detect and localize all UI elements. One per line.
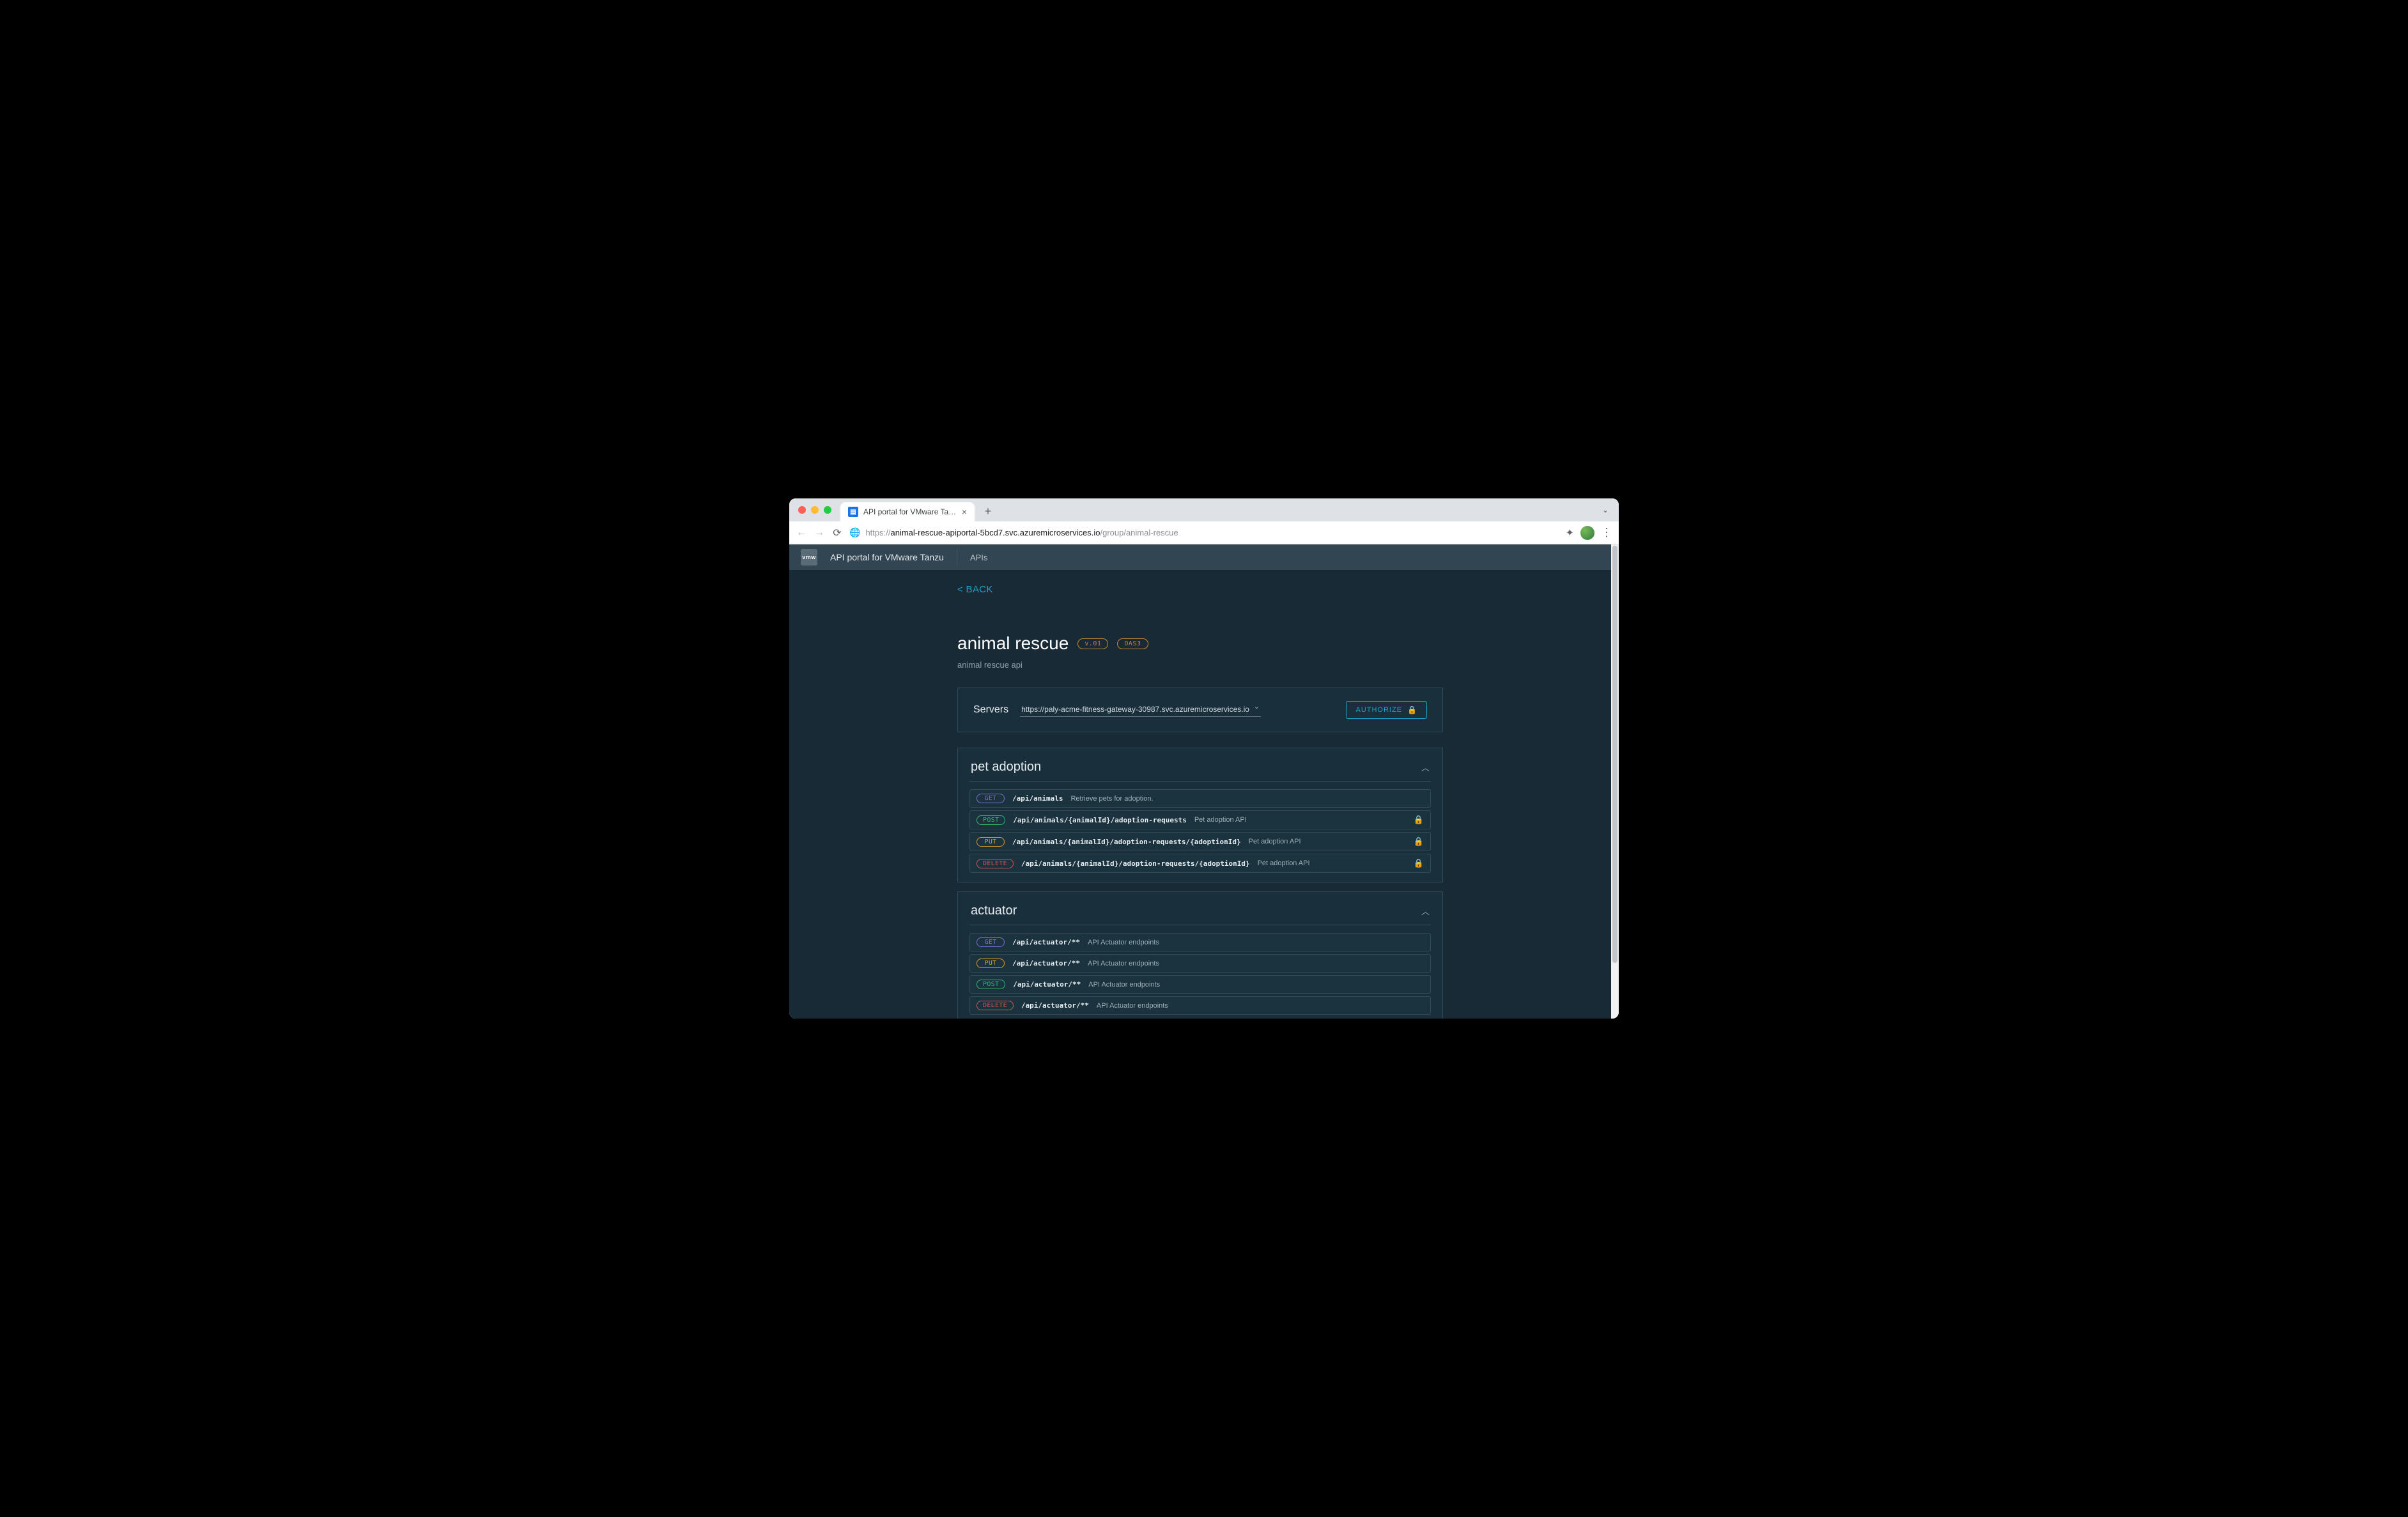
tag-block: actuator ︿ GET/api/actuator/** API Actuator… xyxy=(957,891,1443,1019)
http-method-badge: PUT xyxy=(976,837,1005,847)
operation-description: API Actuator endpoints xyxy=(1088,960,1159,967)
authorize-label: AUTHORIZE xyxy=(1355,706,1402,714)
tab-close-icon[interactable]: × xyxy=(962,507,967,517)
operation-row[interactable]: DELETE/api/actuator/** API Actuator endpo… xyxy=(969,996,1431,1015)
app-root: vmw API portal for VMware Tanzu APIs < B… xyxy=(789,544,1611,1019)
tag-block: pet adoption ︿ GET/api/animals Retrieve pet… xyxy=(957,748,1443,882)
browser-tab-strip: ▤ API portal for VMware Tanzu × + ⌄ xyxy=(789,498,1619,521)
operation-row[interactable]: GET/api/actuator/** API Actuator endpoint… xyxy=(969,933,1431,951)
operation-description: Pet adoption API xyxy=(1194,816,1247,824)
operation-path: /api/animals/{animalId}/adoption-request… xyxy=(1012,838,1241,846)
window-minimize-button[interactable] xyxy=(811,506,819,514)
profile-avatar[interactable] xyxy=(1580,526,1594,540)
operation-path: /api/animals/{animalId}/adoption-request… xyxy=(1013,816,1187,824)
servers-label: Servers xyxy=(973,704,1008,716)
lock-icon: 🔒 xyxy=(1407,705,1417,714)
operation-row[interactable]: POST/api/actuator/** API Actuator endpoin… xyxy=(969,975,1431,994)
browser-tab[interactable]: ▤ API portal for VMware Tanzu × xyxy=(840,502,975,521)
operation-description: API Actuator endpoints xyxy=(1088,939,1159,946)
operation-description: Pet adoption API xyxy=(1249,838,1301,845)
http-method-badge: POST xyxy=(976,980,1005,989)
chevron-up-icon[interactable]: ︿ xyxy=(1421,905,1430,917)
url-protocol: https:// xyxy=(865,528,890,537)
window-close-button[interactable] xyxy=(798,506,806,514)
browser-viewport: vmw API portal for VMware Tanzu APIs < B… xyxy=(789,544,1619,1019)
servers-box: Servers https://paly-acme-fitness-gatewa… xyxy=(957,688,1443,732)
http-method-badge: PUT xyxy=(976,959,1005,968)
operation-path: /api/actuator/** xyxy=(1012,938,1080,946)
scrollbar-thumb[interactable] xyxy=(1612,546,1617,963)
address-bar[interactable]: 🌐 https://animal-rescue-apiportal-5bcd7.… xyxy=(849,527,1559,538)
nav-forward-button[interactable]: → xyxy=(814,527,825,539)
vertical-scrollbar[interactable] xyxy=(1611,544,1619,1019)
operation-path: /api/actuator/** xyxy=(1021,1001,1089,1010)
operation-path: /api/actuator/** xyxy=(1013,980,1081,989)
operation-row[interactable]: GET/api/animals Retrieve pets for adoptio… xyxy=(969,789,1431,808)
browser-toolbar: ← → ⟳ 🌐 https://animal-rescue-apiportal-… xyxy=(789,521,1619,544)
app-title: API portal for VMware Tanzu xyxy=(830,552,944,562)
tag-underline xyxy=(969,781,1431,782)
operation-row[interactable]: PUT/api/animals/{animalId}/adoption-requ… xyxy=(969,832,1431,851)
url-host: animal-rescue-apiportal-5bcd7.svc.azurem… xyxy=(890,528,1100,537)
authorize-button[interactable]: AUTHORIZE 🔒 xyxy=(1346,701,1427,719)
http-method-badge: GET xyxy=(976,794,1005,803)
spec-pill: OAS3 xyxy=(1117,638,1148,649)
http-method-badge: GET xyxy=(976,937,1005,947)
api-title-row: animal rescue v.01 OAS3 xyxy=(957,633,1443,654)
server-select[interactable]: https://paly-acme-fitness-gateway-30987.… xyxy=(1020,704,1261,717)
tag-header[interactable]: actuator ︿ xyxy=(969,904,1431,918)
operation-path: /api/animals xyxy=(1012,794,1063,803)
lock-icon: 🔒 xyxy=(1414,836,1424,847)
back-link[interactable]: < BACK xyxy=(957,584,993,595)
browser-menu-icon[interactable]: ⋮ xyxy=(1601,526,1612,539)
operation-path: /api/actuator/** xyxy=(1012,959,1080,967)
tab-favicon-icon: ▤ xyxy=(848,507,858,517)
window-maximize-button[interactable] xyxy=(824,506,831,514)
chevron-up-icon[interactable]: ︿ xyxy=(1421,761,1430,773)
version-pill: v.01 xyxy=(1077,638,1108,649)
nav-apis[interactable]: APIs xyxy=(970,553,987,562)
operation-description: Retrieve pets for adoption. xyxy=(1070,795,1153,803)
api-title: animal rescue xyxy=(957,633,1069,654)
tab-overflow-icon[interactable]: ⌄ xyxy=(1597,505,1614,514)
tag-name: pet adoption xyxy=(971,760,1041,774)
page-content: < BACK animal rescue v.01 OAS3 animal re… xyxy=(957,570,1443,1019)
tag-header[interactable]: pet adoption ︿ xyxy=(969,760,1431,774)
operation-row[interactable]: DELETE/api/animals/{animalId}/adoption-r… xyxy=(969,854,1431,873)
app-header: vmw API portal for VMware Tanzu APIs xyxy=(789,544,1611,570)
api-description: animal rescue api xyxy=(957,660,1443,670)
operation-row[interactable]: PUT/api/actuator/** API Actuator endpoint… xyxy=(969,954,1431,973)
operation-row[interactable]: POST/api/animals/{animalId}/adoption-req… xyxy=(969,810,1431,829)
tab-title: API portal for VMware Tanzu xyxy=(863,507,957,516)
http-method-badge: DELETE xyxy=(976,1001,1014,1010)
brand-badge: vmw xyxy=(801,549,817,566)
new-tab-button[interactable]: + xyxy=(980,503,996,520)
operation-description: API Actuator endpoints xyxy=(1088,981,1160,989)
lock-icon: 🔒 xyxy=(1414,858,1424,868)
operation-description: API Actuator endpoints xyxy=(1097,1002,1168,1010)
extensions-icon[interactable]: ✦ xyxy=(1566,527,1574,539)
http-method-badge: DELETE xyxy=(976,859,1014,868)
nav-back-button[interactable]: ← xyxy=(796,527,807,539)
window-controls xyxy=(794,506,835,514)
url-path: /group/animal-rescue xyxy=(1100,528,1178,537)
tag-name: actuator xyxy=(971,904,1017,918)
site-info-icon[interactable]: 🌐 xyxy=(849,527,860,538)
operation-path: /api/animals/{animalId}/adoption-request… xyxy=(1021,859,1250,868)
http-method-badge: POST xyxy=(976,815,1005,825)
operation-description: Pet adoption API xyxy=(1258,859,1310,867)
nav-reload-button[interactable]: ⟳ xyxy=(831,527,843,539)
lock-icon: 🔒 xyxy=(1414,815,1424,825)
browser-window: ▤ API portal for VMware Tanzu × + ⌄ ← → … xyxy=(789,498,1619,1019)
